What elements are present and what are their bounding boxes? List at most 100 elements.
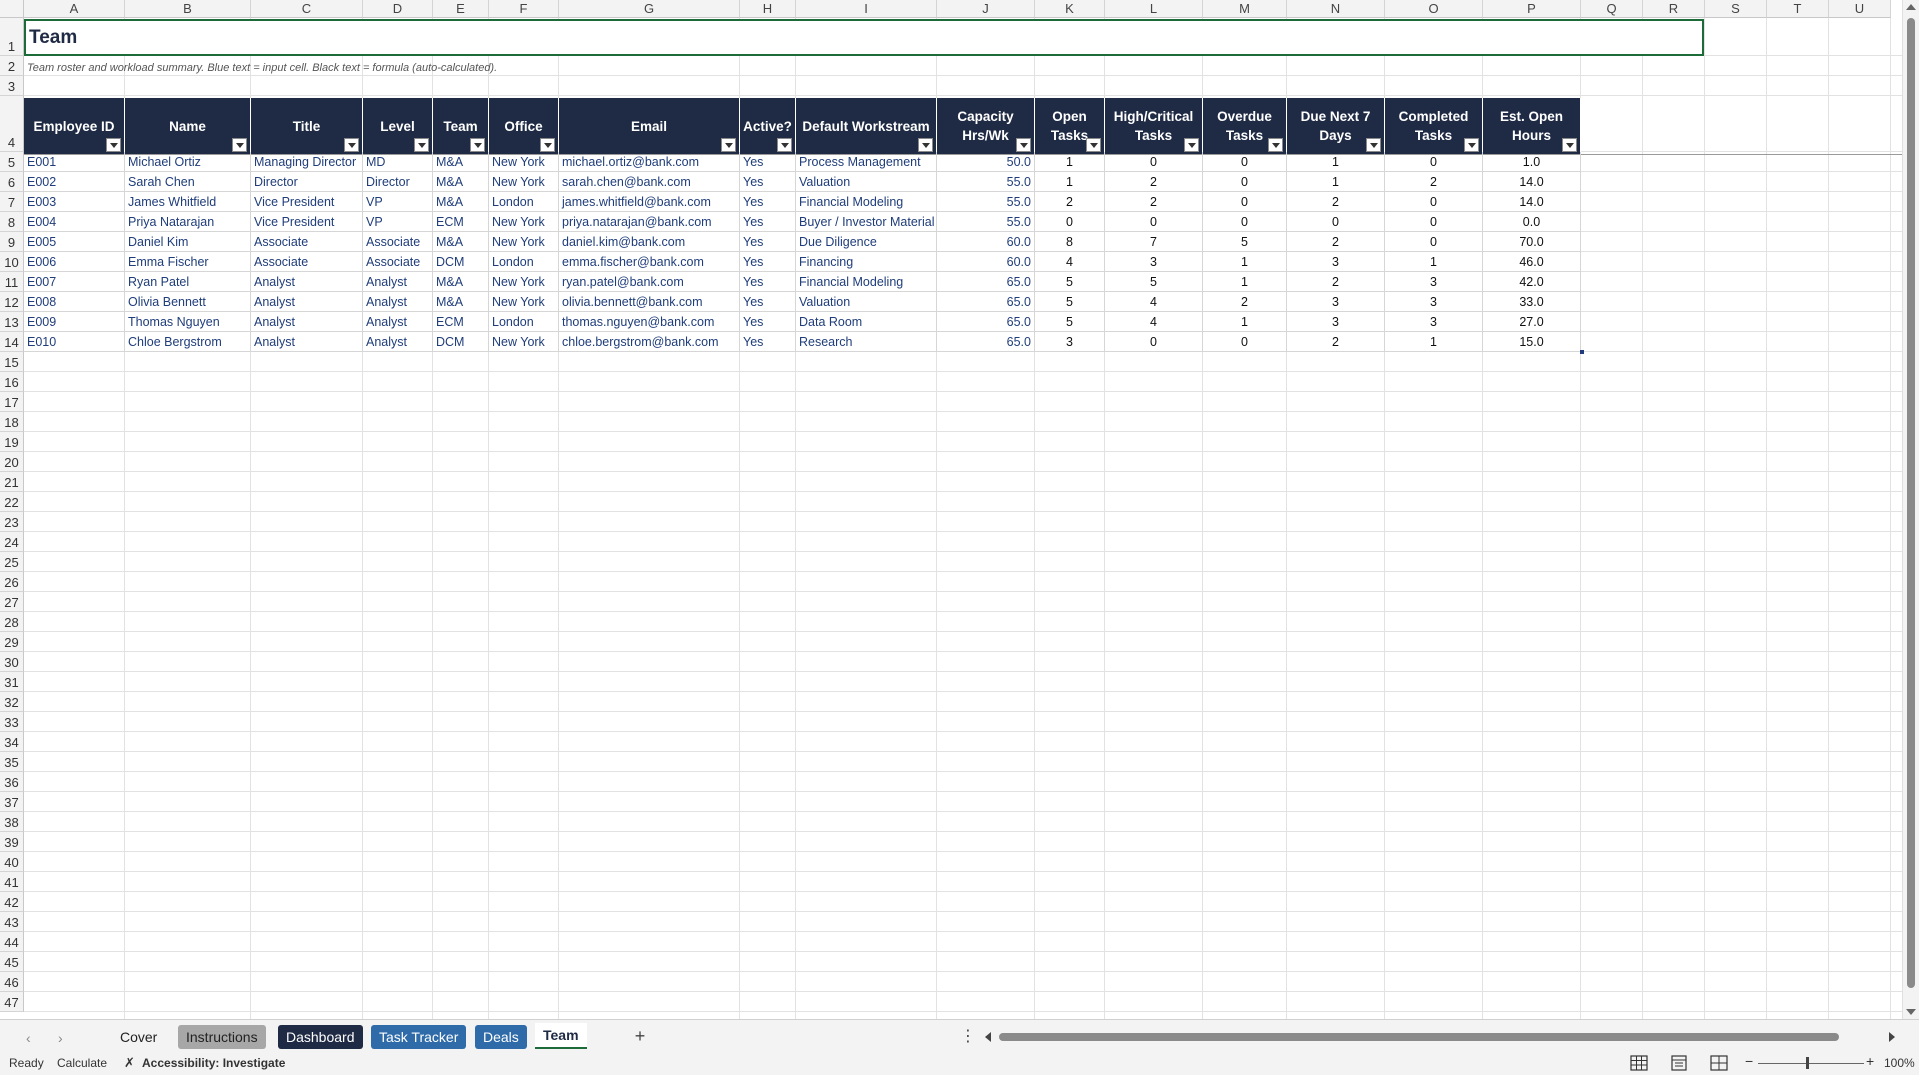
table-cell[interactable]: 2: [1385, 172, 1483, 192]
table-cell[interactable]: DCM: [433, 332, 489, 352]
table-cell[interactable]: New York: [489, 332, 559, 352]
table-cell[interactable]: Director: [363, 172, 433, 192]
table-cell[interactable]: New York: [489, 292, 559, 312]
table-cell[interactable]: olivia.bennett@bank.com: [559, 292, 740, 312]
table-cell[interactable]: 65.0: [937, 292, 1035, 312]
table-cell[interactable]: ECM: [433, 212, 489, 232]
calculate-button[interactable]: Calculate: [57, 1056, 107, 1070]
row-header-2[interactable]: 2: [0, 56, 24, 76]
table-cell[interactable]: Data Room: [796, 312, 937, 332]
table-cell[interactable]: 60.0: [937, 232, 1035, 252]
filter-dropdown-icon[interactable]: [721, 138, 736, 152]
row-header-47[interactable]: 47: [0, 992, 24, 1012]
table-cell[interactable]: Yes: [740, 252, 796, 272]
table-header-cell[interactable]: High/Critical Tasks: [1105, 98, 1203, 154]
table-cell[interactable]: 14.0: [1483, 172, 1581, 192]
table-cell[interactable]: Olivia Bennett: [125, 292, 251, 312]
page-break-view-icon[interactable]: [1710, 1055, 1728, 1071]
tab-task-tracker[interactable]: Task Tracker: [371, 1025, 467, 1049]
row-header-7[interactable]: 7: [0, 192, 24, 212]
table-cell[interactable]: Yes: [740, 232, 796, 252]
table-cell[interactable]: London: [489, 312, 559, 332]
column-header-t[interactable]: T: [1767, 0, 1829, 18]
more-options-icon[interactable]: ⋮: [960, 1026, 976, 1046]
row-header-46[interactable]: 46: [0, 972, 24, 992]
table-cell[interactable]: M&A: [433, 152, 489, 172]
page-layout-view-icon[interactable]: [1670, 1055, 1688, 1071]
table-cell[interactable]: priya.natarajan@bank.com: [559, 212, 740, 232]
table-cell[interactable]: Analyst: [363, 272, 433, 292]
table-cell[interactable]: 2: [1105, 172, 1203, 192]
table-cell[interactable]: ECM: [433, 312, 489, 332]
row-header-12[interactable]: 12: [0, 292, 24, 312]
row-header-8[interactable]: 8: [0, 212, 24, 232]
zoom-slider-thumb[interactable]: [1806, 1057, 1809, 1069]
table-cell[interactable]: E002: [24, 172, 125, 192]
accessibility-status[interactable]: Accessibility: Investigate: [142, 1056, 285, 1070]
add-sheet-icon[interactable]: +: [628, 1024, 652, 1048]
row-header-17[interactable]: 17: [0, 392, 24, 412]
row-header-20[interactable]: 20: [0, 452, 24, 472]
row-header-33[interactable]: 33: [0, 712, 24, 732]
horizontal-scroll-thumb[interactable]: [999, 1033, 1839, 1041]
tab-scroll-left-icon[interactable]: ‹: [26, 1030, 31, 1046]
table-cell[interactable]: 4: [1105, 292, 1203, 312]
table-cell[interactable]: Associate: [363, 252, 433, 272]
table-cell[interactable]: 42.0: [1483, 272, 1581, 292]
table-cell[interactable]: 0: [1385, 212, 1483, 232]
table-cell[interactable]: 0: [1105, 332, 1203, 352]
row-header-18[interactable]: 18: [0, 412, 24, 432]
row-header-43[interactable]: 43: [0, 912, 24, 932]
table-cell[interactable]: E001: [24, 152, 125, 172]
table-cell[interactable]: London: [489, 252, 559, 272]
table-cell[interactable]: 8: [1035, 232, 1105, 252]
table-header-cell[interactable]: Office: [489, 98, 559, 154]
table-cell[interactable]: 2: [1287, 332, 1385, 352]
table-header-cell[interactable]: Est. Open Hours: [1483, 98, 1581, 154]
table-cell[interactable]: M&A: [433, 232, 489, 252]
table-cell[interactable]: 3: [1287, 252, 1385, 272]
table-cell[interactable]: Vice President: [251, 212, 363, 232]
filter-dropdown-icon[interactable]: [1366, 138, 1381, 152]
tab-deals[interactable]: Deals: [475, 1025, 527, 1049]
table-cell[interactable]: 3: [1287, 292, 1385, 312]
table-cell[interactable]: New York: [489, 172, 559, 192]
table-cell[interactable]: 0: [1385, 152, 1483, 172]
row-header-22[interactable]: 22: [0, 492, 24, 512]
filter-dropdown-icon[interactable]: [470, 138, 485, 152]
table-cell[interactable]: Research: [796, 332, 937, 352]
table-resize-handle[interactable]: [1580, 350, 1584, 354]
table-cell[interactable]: 55.0: [937, 192, 1035, 212]
horizontal-scrollbar[interactable]: [985, 1031, 1895, 1043]
table-cell[interactable]: 2: [1287, 192, 1385, 212]
table-cell[interactable]: Analyst: [363, 332, 433, 352]
table-cell[interactable]: Yes: [740, 192, 796, 212]
table-cell[interactable]: 0: [1203, 172, 1287, 192]
table-cell[interactable]: 46.0: [1483, 252, 1581, 272]
table-cell[interactable]: 1.0: [1483, 152, 1581, 172]
row-header-14[interactable]: 14: [0, 332, 24, 352]
row-header-45[interactable]: 45: [0, 952, 24, 972]
row-header-30[interactable]: 30: [0, 652, 24, 672]
select-all-corner[interactable]: [0, 0, 24, 18]
scroll-down-icon[interactable]: [1906, 1009, 1916, 1015]
table-cell[interactable]: 55.0: [937, 172, 1035, 192]
table-cell[interactable]: chloe.bergstrom@bank.com: [559, 332, 740, 352]
vertical-scrollbar[interactable]: [1902, 0, 1919, 1019]
table-cell[interactable]: 1: [1203, 252, 1287, 272]
column-header-a[interactable]: A: [24, 0, 125, 18]
table-cell[interactable]: 65.0: [937, 312, 1035, 332]
table-cell[interactable]: 0: [1105, 152, 1203, 172]
table-cell[interactable]: M&A: [433, 292, 489, 312]
table-cell[interactable]: Managing Director: [251, 152, 363, 172]
column-header-b[interactable]: B: [125, 0, 251, 18]
table-cell[interactable]: Thomas Nguyen: [125, 312, 251, 332]
table-cell[interactable]: Yes: [740, 312, 796, 332]
row-header-24[interactable]: 24: [0, 532, 24, 552]
table-cell[interactable]: 5: [1105, 272, 1203, 292]
table-cell[interactable]: 65.0: [937, 332, 1035, 352]
table-cell[interactable]: Yes: [740, 332, 796, 352]
table-cell[interactable]: New York: [489, 212, 559, 232]
worksheet-grid[interactable]: ABCDEFGHIJKLMNOPQRSTU 1 2 3 4 5 6 7 8 9 10 11 12 13 1…: [0, 0, 1903, 1019]
column-header-k[interactable]: K: [1035, 0, 1105, 18]
